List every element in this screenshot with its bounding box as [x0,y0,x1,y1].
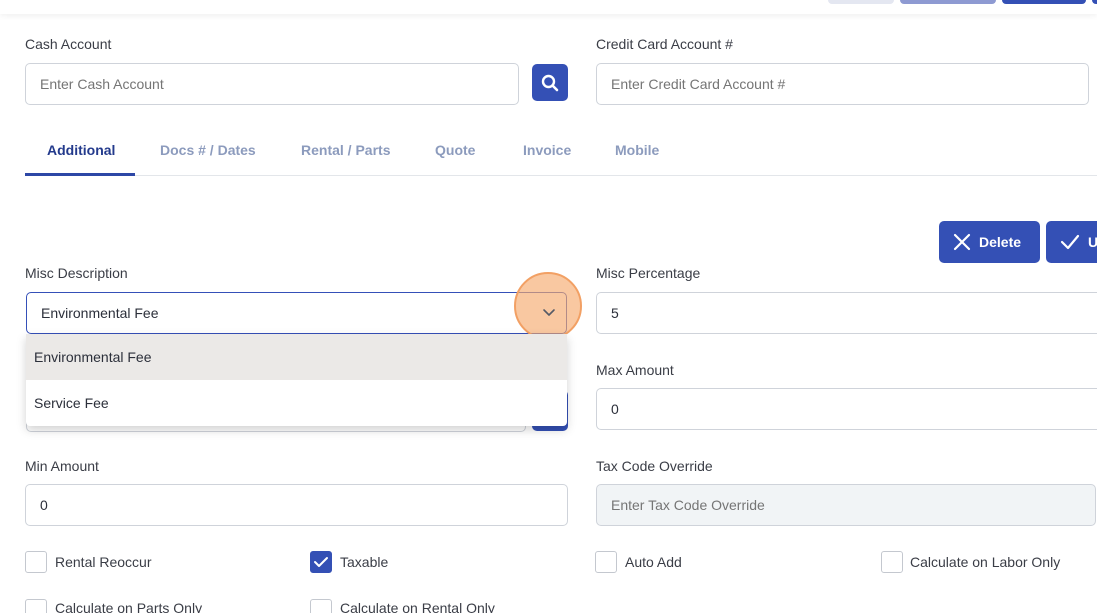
update-button[interactable]: U [1046,221,1097,263]
dropdown-option-environmental-fee[interactable]: Environmental Fee [26,334,567,380]
dropdown-option-service-fee[interactable]: Service Fee [26,380,567,426]
delete-button[interactable]: Delete [939,221,1040,263]
misc-percentage-input[interactable]: 5 [596,292,1097,334]
top-button-2[interactable] [900,0,996,4]
misc-percentage-label: Misc Percentage [596,265,701,281]
checkmark-icon [314,557,328,567]
update-button-label: U [1088,234,1097,250]
top-button-3[interactable] [1002,0,1086,4]
top-button-1[interactable] [828,0,894,4]
cash-account-input[interactable] [25,63,519,105]
auto-add-label: Auto Add [625,554,682,570]
delete-button-label: Delete [979,234,1022,250]
calculate-on-parts-only-checkbox[interactable] [25,599,47,613]
taxable-checkbox[interactable] [310,551,332,573]
misc-description-select[interactable]: Environmental Fee [26,292,567,334]
top-bar [0,0,1097,14]
calculate-on-rental-only-label: Calculate on Rental Only [340,600,495,613]
tab-mobile[interactable]: Mobile [615,142,659,158]
max-amount-input[interactable]: 0 [596,388,1097,430]
calculate-on-labor-only-checkbox[interactable] [881,551,903,573]
taxable-label: Taxable [340,554,389,570]
chevron-down-icon[interactable] [542,306,556,320]
tab-additional[interactable]: Additional [47,142,115,158]
misc-description-label: Misc Description [25,265,128,281]
auto-add-checkbox[interactable] [595,551,617,573]
calculate-on-parts-only-label: Calculate on Parts Only [55,600,203,613]
close-icon [953,233,971,251]
misc-percentage-value: 5 [611,305,619,321]
top-button-4[interactable] [1092,0,1097,4]
cash-account-search-button[interactable] [532,64,568,101]
active-tab-indicator [25,173,135,176]
min-amount-label: Min Amount [25,458,99,474]
check-icon [1060,234,1080,250]
tab-bar: Additional Docs # / Dates Rental / Parts… [25,130,1097,176]
tab-rental-parts[interactable]: Rental / Parts [301,142,390,158]
min-amount-input[interactable]: 0 [25,484,568,526]
credit-card-account-input[interactable] [596,63,1089,105]
min-amount-value: 0 [40,497,48,513]
max-amount-value: 0 [611,401,619,417]
misc-description-value: Environmental Fee [41,305,159,321]
rental-reoccur-label: Rental Reoccur [55,554,152,570]
tab-invoice[interactable]: Invoice [523,142,571,158]
search-icon [541,74,559,91]
misc-description-dropdown: Environmental Fee Service Fee [26,334,567,426]
credit-card-account-label: Credit Card Account # [596,36,733,52]
cash-account-label: Cash Account [25,36,112,52]
tab-quote[interactable]: Quote [435,142,475,158]
tax-code-override-label: Tax Code Override [596,458,713,474]
max-amount-label: Max Amount [596,362,674,378]
tab-docs-dates[interactable]: Docs # / Dates [160,142,256,158]
calculate-on-labor-only-label: Calculate on Labor Only [910,554,1061,570]
tax-code-override-input [596,484,1096,526]
rental-reoccur-checkbox[interactable] [25,551,47,573]
calculate-on-rental-only-checkbox[interactable] [310,599,332,613]
